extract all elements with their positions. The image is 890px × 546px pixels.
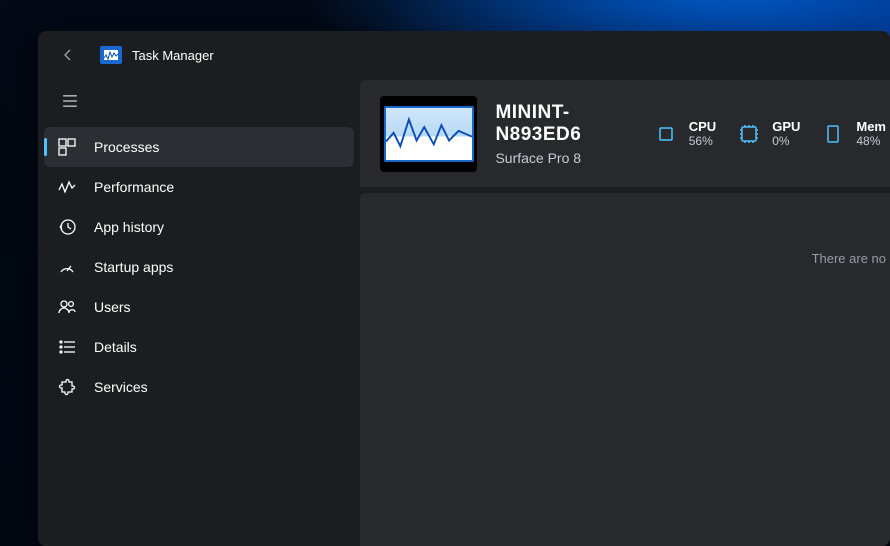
history-icon [58, 218, 76, 236]
grid-icon [58, 138, 76, 156]
sidebar-item-performance[interactable]: Performance [38, 167, 360, 207]
sidebar-item-label: Details [94, 339, 137, 355]
stat-label: CPU [689, 119, 716, 134]
host-info: MININT-N893ED6 Surface Pro 8 [495, 102, 634, 166]
system-header: MININT-N893ED6 Surface Pro 8 CPU 56% [360, 80, 890, 187]
sidebar-item-label: Services [94, 379, 148, 395]
app-identity: Task Manager [100, 46, 214, 64]
hostname: MININT-N893ED6 [495, 102, 634, 146]
cpu-icon [653, 121, 679, 147]
sidebar-item-details[interactable]: Details [38, 327, 360, 367]
stat-label: GPU [772, 119, 800, 134]
back-button[interactable] [56, 43, 80, 67]
device-model: Surface Pro 8 [495, 150, 634, 166]
sidebar-item-label: Startup apps [94, 259, 173, 275]
stat-value: 48% [856, 134, 886, 148]
sidebar-item-users[interactable]: Users [38, 287, 360, 327]
sidebar-item-label: Performance [94, 179, 174, 195]
stat-cpu[interactable]: CPU 56% [653, 119, 716, 148]
stat-value: 0% [772, 134, 800, 148]
sidebar-item-label: Processes [94, 139, 159, 155]
sidebar-nav: Processes Performance App history [38, 127, 360, 407]
task-manager-window: Task Manager Processes [38, 31, 890, 546]
stat-memory[interactable]: Mem 48% [820, 119, 886, 148]
empty-state-text: There are no [812, 251, 886, 266]
sidebar-item-label: App history [94, 219, 164, 235]
memory-icon [820, 121, 846, 147]
stat-value: 56% [689, 134, 716, 148]
system-icon [380, 96, 477, 172]
sidebar-item-startup-apps[interactable]: Startup apps [38, 247, 360, 287]
sidebar-item-services[interactable]: Services [38, 367, 360, 407]
gauge-icon [58, 258, 76, 276]
app-title: Task Manager [132, 48, 214, 63]
stat-gpu[interactable]: GPU 0% [736, 119, 800, 148]
app-icon [100, 46, 122, 64]
puzzle-icon [58, 378, 76, 396]
wave-icon [58, 178, 76, 196]
content: MININT-N893ED6 Surface Pro 8 CPU 56% [360, 79, 890, 546]
stats-row: CPU 56% [653, 119, 890, 148]
process-list-area: There are no [360, 193, 890, 546]
sidebar-item-app-history[interactable]: App history [38, 207, 360, 247]
stat-label: Mem [856, 119, 886, 134]
list-icon [58, 338, 76, 356]
users-icon [58, 298, 76, 316]
sidebar: Processes Performance App history [38, 79, 360, 546]
gpu-icon [736, 121, 762, 147]
titlebar: Task Manager [38, 31, 890, 79]
hamburger-button[interactable] [46, 79, 94, 123]
sidebar-item-label: Users [94, 299, 131, 315]
sidebar-item-processes[interactable]: Processes [44, 127, 354, 167]
